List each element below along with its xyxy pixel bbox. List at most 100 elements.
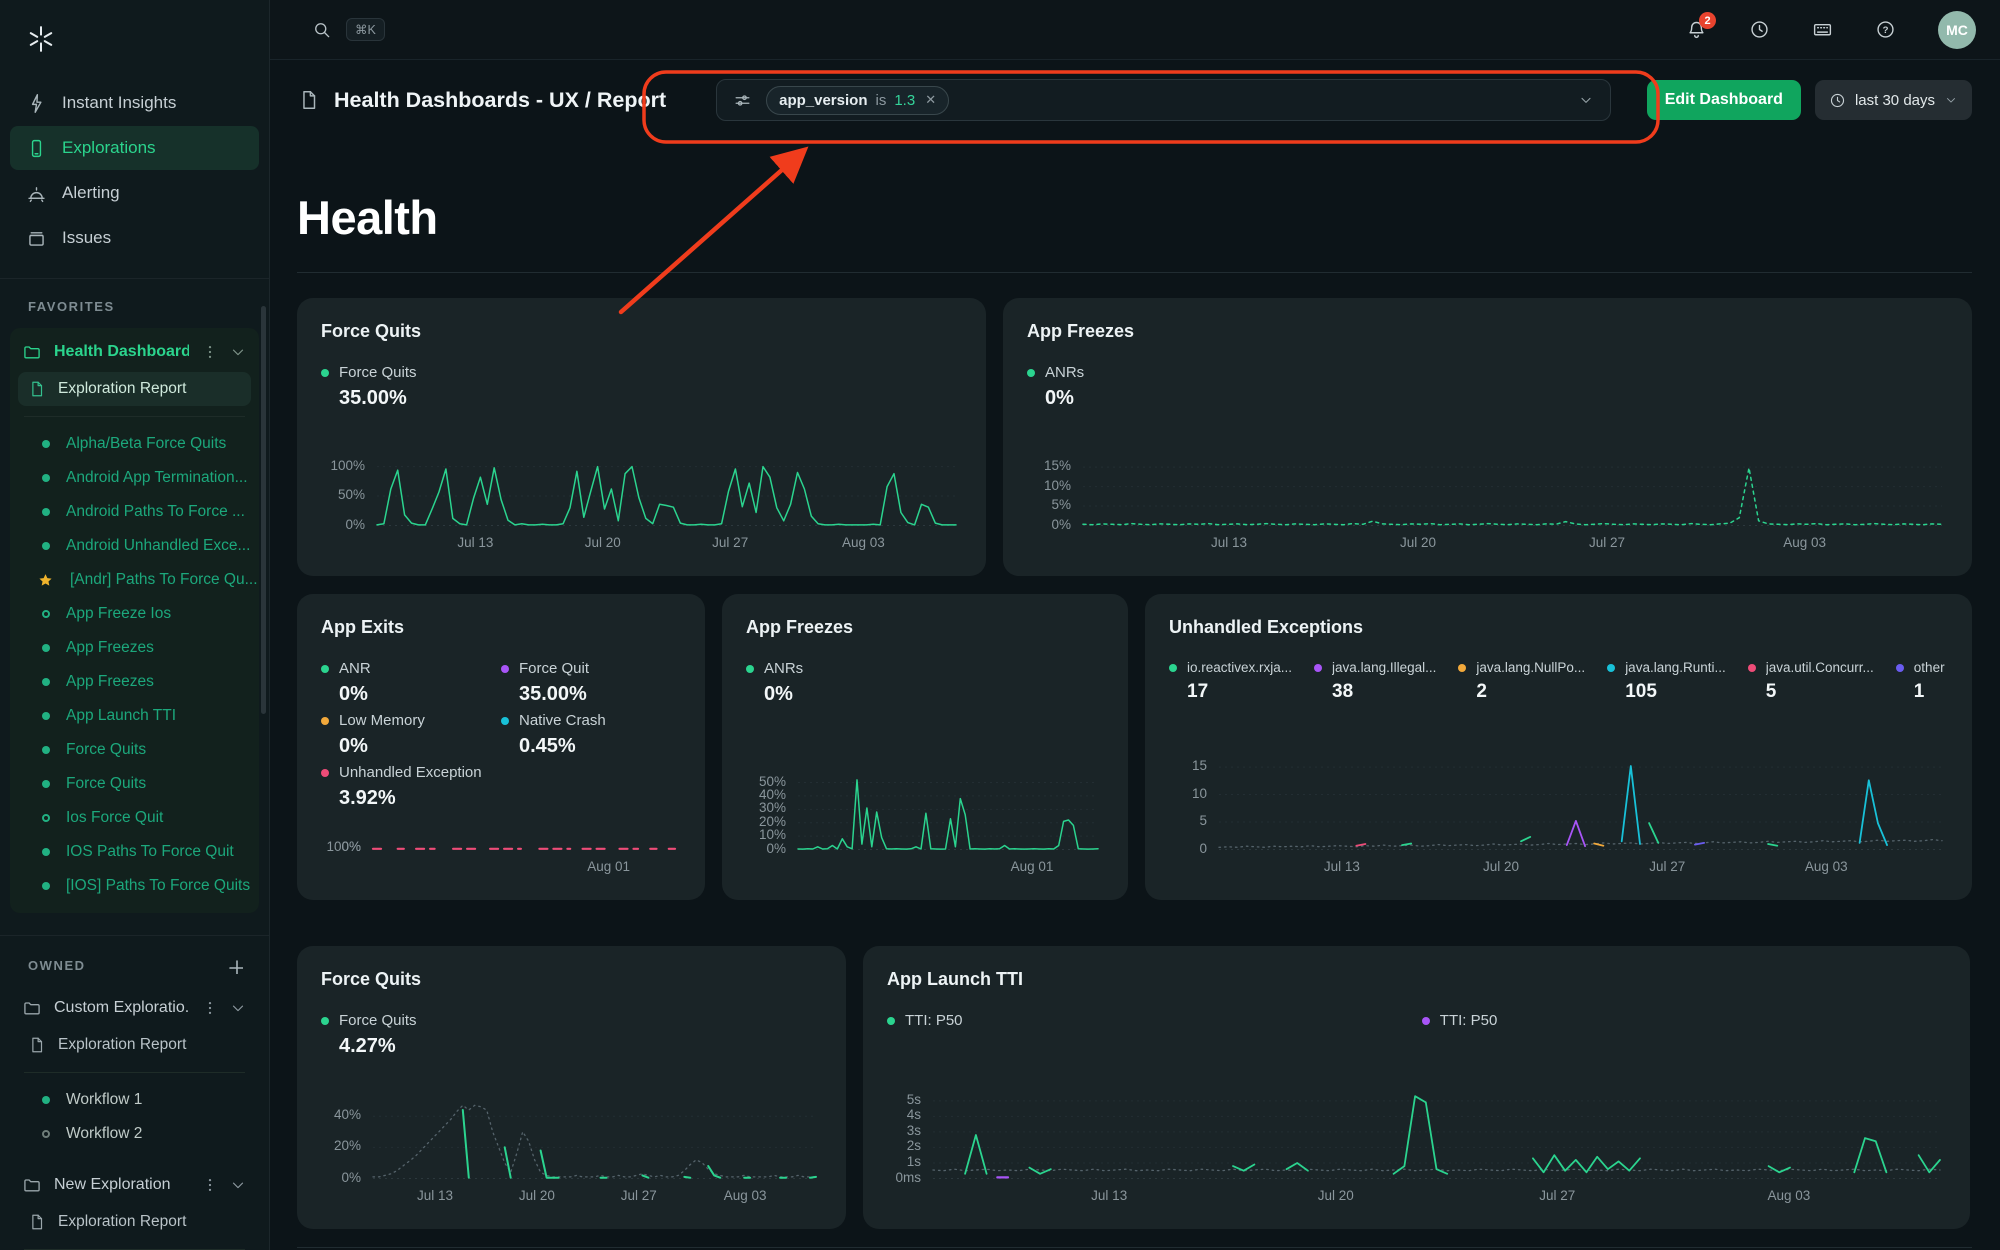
history-clock-icon[interactable]	[1749, 19, 1770, 40]
filter-remove-icon[interactable]: ✕	[925, 92, 936, 108]
unhandled-exceptions-chart: 151050Jul 13Jul 20Jul 27Aug 03	[1169, 759, 1948, 878]
brand-logo-icon[interactable]	[26, 24, 56, 54]
link-label: Android Unhandled Exce...	[66, 537, 250, 555]
kebab-menu-icon[interactable]	[201, 1176, 219, 1194]
legend-label: Force Quits	[339, 364, 417, 381]
legend-value: 35.00%	[339, 387, 962, 410]
chart-plot	[373, 825, 675, 851]
link-label: Force Quits	[66, 741, 146, 759]
sidebar-scrollbar[interactable]	[261, 306, 266, 714]
sidebar-link-andr-paths-to-force-qu[interactable]: [Andr] Paths To Force Qu...	[10, 563, 259, 597]
filter-chip-app-version[interactable]: app_version is 1.3 ✕	[766, 86, 949, 115]
add-exploration-icon[interactable]	[225, 956, 243, 974]
series-java-lang-illegal	[1567, 821, 1585, 846]
legend-item-java-lang-runti: java.lang.Runti...105	[1607, 660, 1726, 707]
y-axis-label: 2s	[887, 1138, 921, 1153]
sidebar-link-app-freezes[interactable]: App Freezes	[10, 631, 259, 665]
link-label: Workflow 2	[66, 1125, 142, 1143]
help-icon[interactable]: ?	[1875, 19, 1896, 40]
chevron-down-icon[interactable]	[1578, 92, 1594, 108]
y-axis-label: 0ms	[887, 1170, 921, 1185]
user-avatar[interactable]: MC	[1938, 11, 1976, 49]
x-axis-label: Jul 20	[1400, 535, 1436, 550]
sidebar-link-ios-paths-to-force-quit[interactable]: IOS Paths To Force Quit	[10, 835, 259, 869]
card-title: App Freezes	[1027, 320, 1948, 342]
y-axis-label: 15	[1169, 758, 1207, 773]
time-range-selector[interactable]: last 30 days	[1815, 80, 1972, 120]
legend-item-low-memory: Low Memory0%	[321, 712, 501, 762]
legend-label: Unhandled Exception	[339, 764, 482, 781]
x-axis-label: Aug 01	[587, 859, 630, 874]
folder-custom-exploratio[interactable]: Custom Exploratio...	[10, 988, 259, 1026]
legend-dot-icon	[1607, 664, 1615, 672]
sidebar-link-ios-force-quit[interactable]: Ios Force Quit	[10, 801, 259, 835]
nav-label: Issues	[62, 228, 111, 248]
chevron-down-icon[interactable]	[229, 999, 247, 1017]
keyboard-icon[interactable]	[1812, 19, 1833, 40]
card-title: Unhandled Exceptions	[1169, 616, 1948, 638]
y-axis-label: 15%	[1027, 458, 1071, 473]
sidebar-link-alpha-beta-force-quits[interactable]: Alpha/Beta Force Quits	[10, 427, 259, 461]
y-axis-label: 1s	[887, 1154, 921, 1169]
favorites-section-label: FAVORITES	[28, 299, 115, 314]
legend-item-java-util-concurr: java.util.Concurr...5	[1748, 660, 1874, 707]
bullet-icon	[42, 440, 50, 448]
legend-dot-icon	[501, 717, 509, 725]
chevron-down-icon[interactable]	[229, 1176, 247, 1194]
star-icon	[37, 572, 54, 589]
kebab-menu-icon[interactable]	[201, 343, 219, 361]
sidebar-link-workflow-1[interactable]: Workflow 1	[10, 1083, 259, 1117]
sidebar-item-issues[interactable]: Issues	[10, 216, 259, 260]
kebab-menu-icon[interactable]	[201, 999, 219, 1017]
legend-label: Native Crash	[519, 712, 606, 729]
card-legend: ANRs0%	[1027, 364, 1948, 414]
series-force-quits	[708, 1166, 720, 1178]
card-force-quits: Force Quits Force Quits35.00% 100%50%0%J…	[297, 298, 986, 576]
sidebar-link-ios-paths-to-force-quits[interactable]: [IOS] Paths To Force Quits	[10, 869, 259, 903]
folder-health-dashboard[interactable]: Health Dashboard...	[10, 332, 259, 370]
folder-icon	[22, 1175, 42, 1195]
series-force-quits	[505, 1147, 511, 1177]
sidebar-link-android-unhandled-exce[interactable]: Android Unhandled Exce...	[10, 529, 259, 563]
link-label: Android Paths To Force ...	[66, 503, 245, 521]
chart-plot	[373, 1096, 816, 1180]
sidebar-link-app-freeze-ios[interactable]: App Freeze Ios	[10, 597, 259, 631]
chevron-down-icon[interactable]	[229, 343, 247, 361]
x-axis-label: Jul 13	[1324, 859, 1360, 874]
sidebar-link-force-quits[interactable]: Force Quits	[10, 767, 259, 801]
legend-item-unhandled-exception: Unhandled Exception3.92%	[321, 764, 501, 814]
exploration-report-link[interactable]: Exploration Report	[18, 1028, 251, 1062]
exploration-report-link[interactable]: Exploration Report	[18, 1205, 251, 1239]
sidebar-link-app-launch-tti[interactable]: App Launch TTI	[10, 699, 259, 733]
legend-value: 105	[1625, 681, 1726, 703]
chart-plot	[377, 461, 956, 527]
sidebar-link-android-app-termination[interactable]: Android App Termination...	[10, 461, 259, 495]
sidebar-link-android-paths-to-force[interactable]: Android Paths To Force ...	[10, 495, 259, 529]
sidebar-link-force-quits[interactable]: Force Quits	[10, 733, 259, 767]
folder-new-exploration[interactable]: New Exploration	[10, 1165, 259, 1203]
sidebar-item-instant-insights[interactable]: Instant Insights	[10, 81, 259, 125]
legend-dot-icon	[1748, 664, 1756, 672]
page-icon	[28, 1213, 46, 1231]
y-axis-label: 5	[1169, 813, 1207, 828]
folder-icon	[22, 998, 42, 1018]
sidebar-item-explorations[interactable]: Explorations	[10, 126, 259, 170]
legend-value: 0%	[339, 683, 501, 706]
link-label: App Freezes	[66, 673, 154, 691]
legend-label: java.util.Concurr...	[1766, 660, 1874, 675]
exploration-report-link[interactable]: Exploration Report	[18, 372, 251, 406]
sidebar-link-workflow-2[interactable]: Workflow 2	[10, 1117, 259, 1151]
sidebar-item-alerting[interactable]: Alerting	[10, 171, 259, 215]
filter-bar[interactable]: app_version is 1.3 ✕	[716, 79, 1611, 121]
legend-item-anrs: ANRs0%	[746, 660, 1104, 706]
legend-item-io-reactivex-rxja: io.reactivex.rxja...17	[1169, 660, 1292, 707]
card-legend: Force Quits4.27%	[321, 1012, 822, 1062]
card-app-freezes-2: App Freezes ANRs0% 50%40%30%20%10%0%Aug …	[722, 594, 1128, 900]
notifications-bell-icon[interactable]: 2	[1686, 19, 1707, 40]
sidebar-link-app-freezes[interactable]: App Freezes	[10, 665, 259, 699]
nav-label: Alerting	[62, 183, 120, 203]
tray-icon	[26, 228, 47, 249]
global-search[interactable]: ⌘K	[312, 18, 385, 41]
edit-dashboard-button[interactable]: Edit Dashboard	[1647, 80, 1801, 120]
legend-item-java-lang-nullpo: java.lang.NullPo...2	[1458, 660, 1585, 707]
